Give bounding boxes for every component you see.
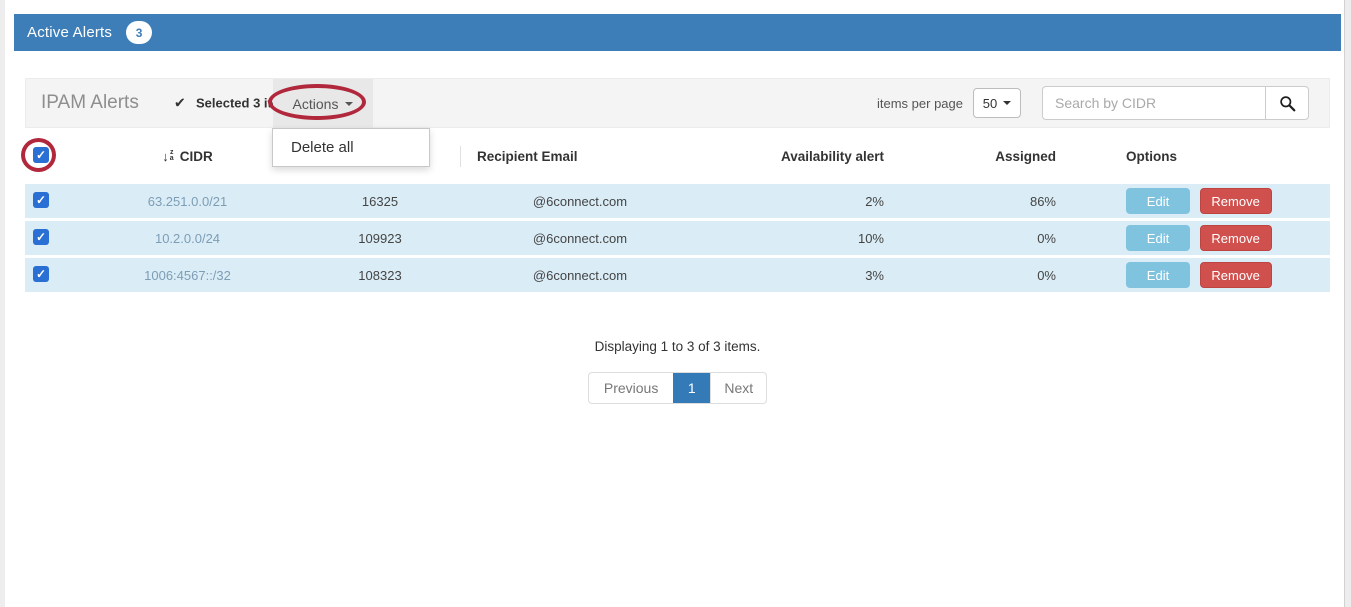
row-checkbox[interactable]	[33, 192, 49, 208]
recipient-email: @6connect.com	[460, 184, 700, 221]
cidr-link[interactable]: 10.2.0.0/24	[155, 231, 220, 246]
row-checkbox[interactable]	[33, 229, 49, 245]
cidr-link[interactable]: 1006:4567::/32	[144, 268, 231, 283]
check-icon	[174, 95, 186, 112]
ipam-alerts-page: Active Alerts 3 IPAM Alerts Selected 3 i…	[0, 0, 1351, 607]
table-header-row: CIDR Recipient Email Availability alert …	[25, 128, 1330, 184]
cidr-link[interactable]: 63.251.0.0/21	[148, 194, 228, 209]
pagination-previous[interactable]: Previous	[589, 373, 673, 403]
alerts-table: CIDR Recipient Email Availability alert …	[25, 128, 1330, 295]
remove-button[interactable]: Remove	[1200, 188, 1272, 214]
results-summary: Displaying 1 to 3 of 3 items.	[25, 339, 1330, 354]
actions-dropdown-button[interactable]: Actions	[273, 79, 373, 129]
pagination-page-1[interactable]: 1	[673, 373, 710, 403]
availability-alert-value: 10%	[700, 221, 884, 258]
items-per-page-value: 50	[983, 96, 997, 111]
table-row: 63.251.0.0/21 16325 @6connect.com 2% 86%…	[25, 184, 1330, 221]
alert-id: 108323	[300, 258, 460, 295]
select-all-checkbox[interactable]	[33, 147, 49, 163]
pager-group: Previous 1 Next	[588, 372, 767, 404]
alert-count-badge: 3	[126, 21, 152, 44]
column-header-assigned: Assigned	[884, 128, 1058, 184]
actions-button-label: Actions	[293, 96, 339, 112]
items-per-page-select[interactable]: 50	[973, 88, 1021, 118]
edit-button[interactable]: Edit	[1126, 188, 1190, 214]
pagination: Previous 1 Next	[25, 372, 1330, 404]
menu-item-delete-all[interactable]: Delete all	[273, 129, 429, 166]
row-checkbox[interactable]	[33, 266, 49, 282]
sort-alpha-desc-icon[interactable]	[162, 149, 173, 164]
active-alerts-header: Active Alerts 3	[14, 14, 1341, 51]
assigned-value: 86%	[884, 184, 1058, 221]
assigned-value: 0%	[884, 221, 1058, 258]
recipient-email: @6connect.com	[460, 221, 700, 258]
search-button[interactable]	[1265, 86, 1309, 120]
caret-down-icon	[1003, 101, 1011, 105]
sort-letters-icon	[170, 150, 174, 162]
edit-button[interactable]: Edit	[1126, 225, 1190, 251]
column-header-availability-alert: Availability alert	[700, 128, 884, 184]
alert-id: 109923	[300, 221, 460, 258]
availability-alert-value: 3%	[700, 258, 884, 295]
alerts-table-container: CIDR Recipient Email Availability alert …	[25, 128, 1330, 295]
panel-subtitle: IPAM Alerts	[41, 92, 139, 114]
column-header-cidr[interactable]: CIDR	[180, 149, 213, 164]
assigned-value: 0%	[884, 258, 1058, 295]
page-edge-right	[1344, 0, 1351, 607]
search-group	[1042, 86, 1309, 120]
arrow-down-icon	[162, 149, 169, 164]
remove-button[interactable]: Remove	[1200, 262, 1272, 288]
items-per-page-label: items per page	[877, 96, 963, 111]
remove-button[interactable]: Remove	[1200, 225, 1272, 251]
toolbar-right-group: items per page 50	[877, 79, 1329, 127]
toolbar: IPAM Alerts Selected 3 items Actions ite…	[25, 78, 1330, 128]
availability-alert-value: 2%	[700, 184, 884, 221]
table-row: 1006:4567::/32 108323 @6connect.com 3% 0…	[25, 258, 1330, 295]
caret-down-icon	[345, 102, 353, 106]
page-edge-left	[0, 0, 5, 607]
column-header-options: Options	[1058, 128, 1330, 184]
table-row: 10.2.0.0/24 109923 @6connect.com 10% 0% …	[25, 221, 1330, 258]
alert-id: 16325	[300, 184, 460, 221]
pagination-next[interactable]: Next	[710, 373, 766, 403]
page-title: Active Alerts	[27, 24, 112, 41]
search-input[interactable]	[1042, 86, 1265, 120]
actions-dropdown-menu: Delete all	[272, 128, 430, 167]
edit-button[interactable]: Edit	[1126, 262, 1190, 288]
search-icon	[1279, 95, 1296, 112]
recipient-email: @6connect.com	[460, 258, 700, 295]
column-header-recipient-email: Recipient Email	[460, 128, 700, 184]
